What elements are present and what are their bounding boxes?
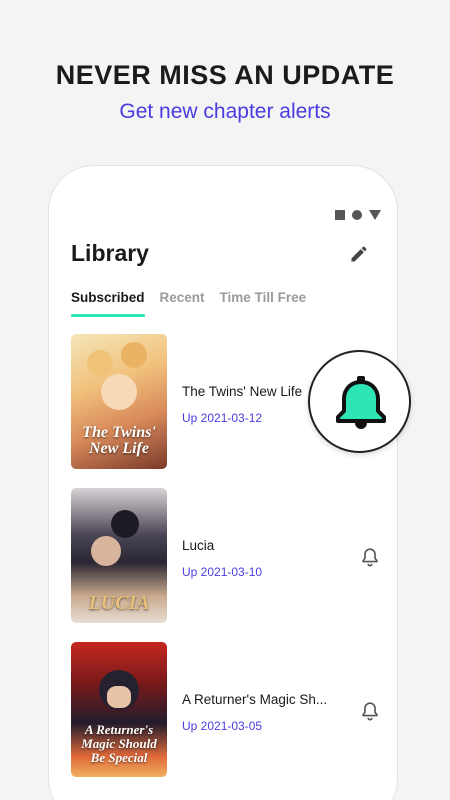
status-circle-icon (352, 210, 362, 220)
promo-screen: NEVER MISS AN UPDATE Get new chapter ale… (0, 0, 450, 800)
status-square-icon (335, 210, 345, 220)
list-item[interactable]: A Returner's Magic Should Be Special A R… (71, 642, 381, 777)
list-item[interactable]: LUCIA Lucia Up 2021-03-10 (71, 488, 381, 623)
bell-icon[interactable] (359, 546, 381, 568)
bell-icon (336, 376, 386, 429)
cover-title: LUCIA (88, 592, 150, 614)
item-title: Lucia (182, 538, 215, 553)
item-update-date: Up 2021-03-10 (182, 565, 263, 579)
status-triangle-icon (369, 210, 381, 220)
bell-icon[interactable] (359, 700, 381, 722)
tab-recent[interactable]: Recent (160, 290, 205, 317)
page-title: Library (71, 240, 149, 266)
bell-callout (308, 350, 411, 453)
library-tabs: Subscribed Recent Time Till Free (71, 290, 306, 317)
phone-frame: Library Subscribed Recent Time Till Free… (48, 165, 398, 800)
status-bar (335, 210, 381, 220)
tab-subscribed[interactable]: Subscribed (71, 290, 145, 317)
promo-subheadline: Get new chapter alerts (119, 100, 331, 123)
promo-headline: NEVER MISS AN UPDATE (55, 60, 395, 90)
cover-title: A Returner's Magic Should Be Special (81, 722, 157, 765)
tab-time-till-free[interactable]: Time Till Free (220, 290, 307, 317)
edit-icon[interactable] (349, 244, 369, 264)
item-update-date: Up 2021-03-05 (182, 719, 263, 733)
item-update-date: Up 2021-03-12 (182, 411, 263, 425)
cover-image: LUCIA (71, 488, 167, 623)
item-title: A Returner's Magic Sh... (182, 692, 328, 707)
cover-image: A Returner's Magic Should Be Special (71, 642, 167, 777)
cover-image: The Twins' New Life (71, 334, 167, 469)
cover-title: The Twins' New Life (82, 424, 156, 457)
